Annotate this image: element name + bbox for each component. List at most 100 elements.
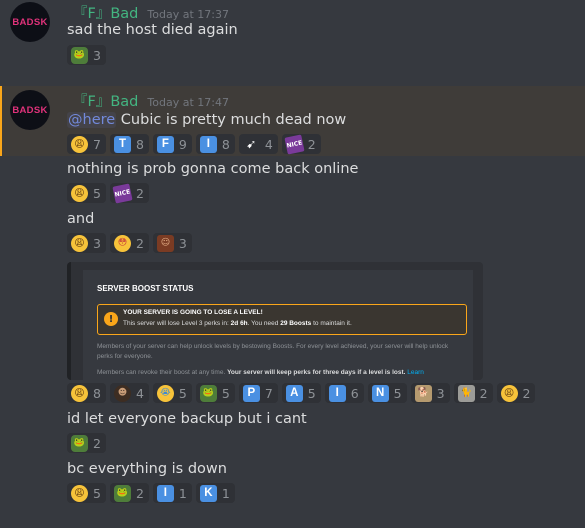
reaction[interactable]: 😩 5 [67,483,106,503]
reaction[interactable]: I 1 [152,483,192,503]
here-mention[interactable]: @here [67,112,117,128]
letter-i-emoji-icon: I [156,484,174,502]
boost-revoke-note: Members can revoke their boost at any ti… [97,369,424,376]
message-header: 『F』Bad Today at 17:47 [73,90,229,111]
boost-status-title: SERVER BOOST STATUS [97,284,194,293]
reaction[interactable]: 😩 5 [67,183,106,203]
warning-body: This server will lose Level 3 perks in: … [123,320,352,327]
reaction-count: 1 [221,485,230,501]
crying-emoji-icon: 😭 [156,384,174,402]
warning-box: ! YOUR SERVER IS GOING TO LOSE A LEVEL! … [97,304,467,335]
reaction[interactable]: N 5 [367,383,407,403]
reaction[interactable]: A 5 [281,383,321,403]
letter-f-emoji-icon: F [156,135,174,153]
reaction[interactable]: 😩 2 [496,383,536,403]
frog-emoji-icon: 🐸 [71,46,88,64]
reactions: 🐸 3 [67,45,106,67]
letter-i-emoji-icon: I [328,384,346,402]
weary-emoji-icon: 😩 [71,184,88,202]
reaction-count: 1 [178,485,187,501]
nice-emoji-icon: NICE [112,182,133,204]
reaction-count: 4 [135,385,144,401]
reaction-count: 5 [93,485,101,501]
reaction-count: 7 [93,136,101,152]
reaction[interactable]: I 8 [195,134,235,154]
message-text: sad the host died again [67,22,238,38]
reaction[interactable]: K 1 [195,483,235,503]
weary-emoji-icon: 😩 [71,384,88,402]
reaction-count: 6 [350,385,359,401]
reactions: 😩 3 😳 2 ☺ 3 [67,233,192,255]
weary-emoji-icon: 😩 [71,484,88,502]
reaction-count: 5 [93,185,101,201]
frog-emoji-icon: 🐸 [71,434,88,452]
message-text: id let everyone backup but i cant [67,411,307,427]
reaction[interactable]: NICE 2 [281,133,321,155]
reaction-count: 3 [436,385,445,401]
letter-p-emoji-icon: P [242,384,260,402]
nice-emoji-icon: NICE [284,133,305,155]
reaction-count: 5 [221,385,230,401]
reaction[interactable]: F 9 [152,134,192,154]
reaction[interactable]: 🐕 3 [410,383,450,403]
weary-emoji-icon: 😩 [500,384,518,402]
flushed-emoji-icon: 😳 [113,234,131,252]
reaction[interactable]: 😩 3 [67,233,106,253]
reaction[interactable]: 🐸 2 [67,433,106,453]
letter-n-emoji-icon: N [371,384,389,402]
reaction[interactable]: I 6 [324,383,364,403]
reactions: 😩 5 🐸 2 I 1 K 1 [67,483,235,505]
username[interactable]: 『F』Bad [73,2,138,23]
reaction[interactable]: 🐸 3 [67,45,106,65]
reaction-count: 8 [221,136,230,152]
reaction-count: 2 [522,385,531,401]
reaction[interactable]: NICE 2 [109,182,149,204]
letter-k-emoji-icon: K [199,484,217,502]
face-emoji-icon: ☻ [113,384,131,402]
letter-i-emoji-icon: I [199,135,217,153]
reaction[interactable]: 😩 7 [67,134,106,154]
reaction[interactable]: 😩 8 [67,383,106,403]
reaction[interactable]: ➹ 4 [238,134,278,154]
message-body: Cubic is pretty much dead now [120,112,347,128]
reaction-count: 5 [307,385,316,401]
avatar[interactable]: BADSK [10,90,50,130]
face-emoji-icon: ☺ [156,234,174,252]
message-text: bc everything is down [67,461,227,477]
reactions: 😩 5 NICE 2 [67,182,149,205]
reaction-count: 9 [178,136,187,152]
reaction[interactable]: P 7 [238,383,278,403]
reactions: 🐸 2 [67,433,106,455]
boost-description: Members of your server can help unlock l… [97,343,449,360]
boost-status-image[interactable]: SERVER BOOST STATUS ! YOUR SERVER IS GOI… [67,262,483,380]
reaction[interactable]: T 8 [109,134,149,154]
timestamp[interactable]: Today at 17:37 [147,8,229,21]
timestamp[interactable]: Today at 17:47 [147,96,229,109]
reaction[interactable]: 🐸 2 [109,483,149,503]
reaction[interactable]: 🐸 5 [195,383,235,403]
reaction[interactable]: ☻ 4 [109,383,149,403]
boost-status-panel: SERVER BOOST STATUS ! YOUR SERVER IS GOI… [83,270,473,380]
avatar[interactable]: BADSK [10,2,50,42]
reaction-count: 7 [264,385,273,401]
frog-emoji-icon: 🐸 [199,384,217,402]
reaction-count: 2 [307,136,316,152]
username[interactable]: 『F』Bad [73,90,138,111]
frog-emoji-icon: 🐸 [113,484,131,502]
reaction-count: 8 [135,136,144,152]
weary-emoji-icon: 😩 [71,234,88,252]
reaction[interactable]: 🐈 2 [453,383,493,403]
message-text: @here Cubic is pretty much dead now [67,112,346,128]
reaction[interactable]: 😳 2 [109,233,149,253]
reaction[interactable]: ☺ 3 [152,233,192,253]
message-text: nothing is prob gonna come back online [67,161,359,177]
letter-a-emoji-icon: A [285,384,303,402]
cursor-emoji-icon: ➹ [246,137,257,151]
reaction[interactable]: 😭 5 [152,383,192,403]
reaction-count: 2 [479,385,488,401]
reaction-count: 3 [93,235,101,251]
reactions: 😩 7 T 8 F 9 I 8 ➹ 4 NICE 2 [67,133,321,156]
reactions: 😩 8 ☻ 4 😭 5 🐸 5 P 7 A 5 I 6 N 5 🐕 3 🐈 2 … [67,383,536,405]
reaction-count: 2 [135,235,144,251]
message-text: and [67,211,95,227]
